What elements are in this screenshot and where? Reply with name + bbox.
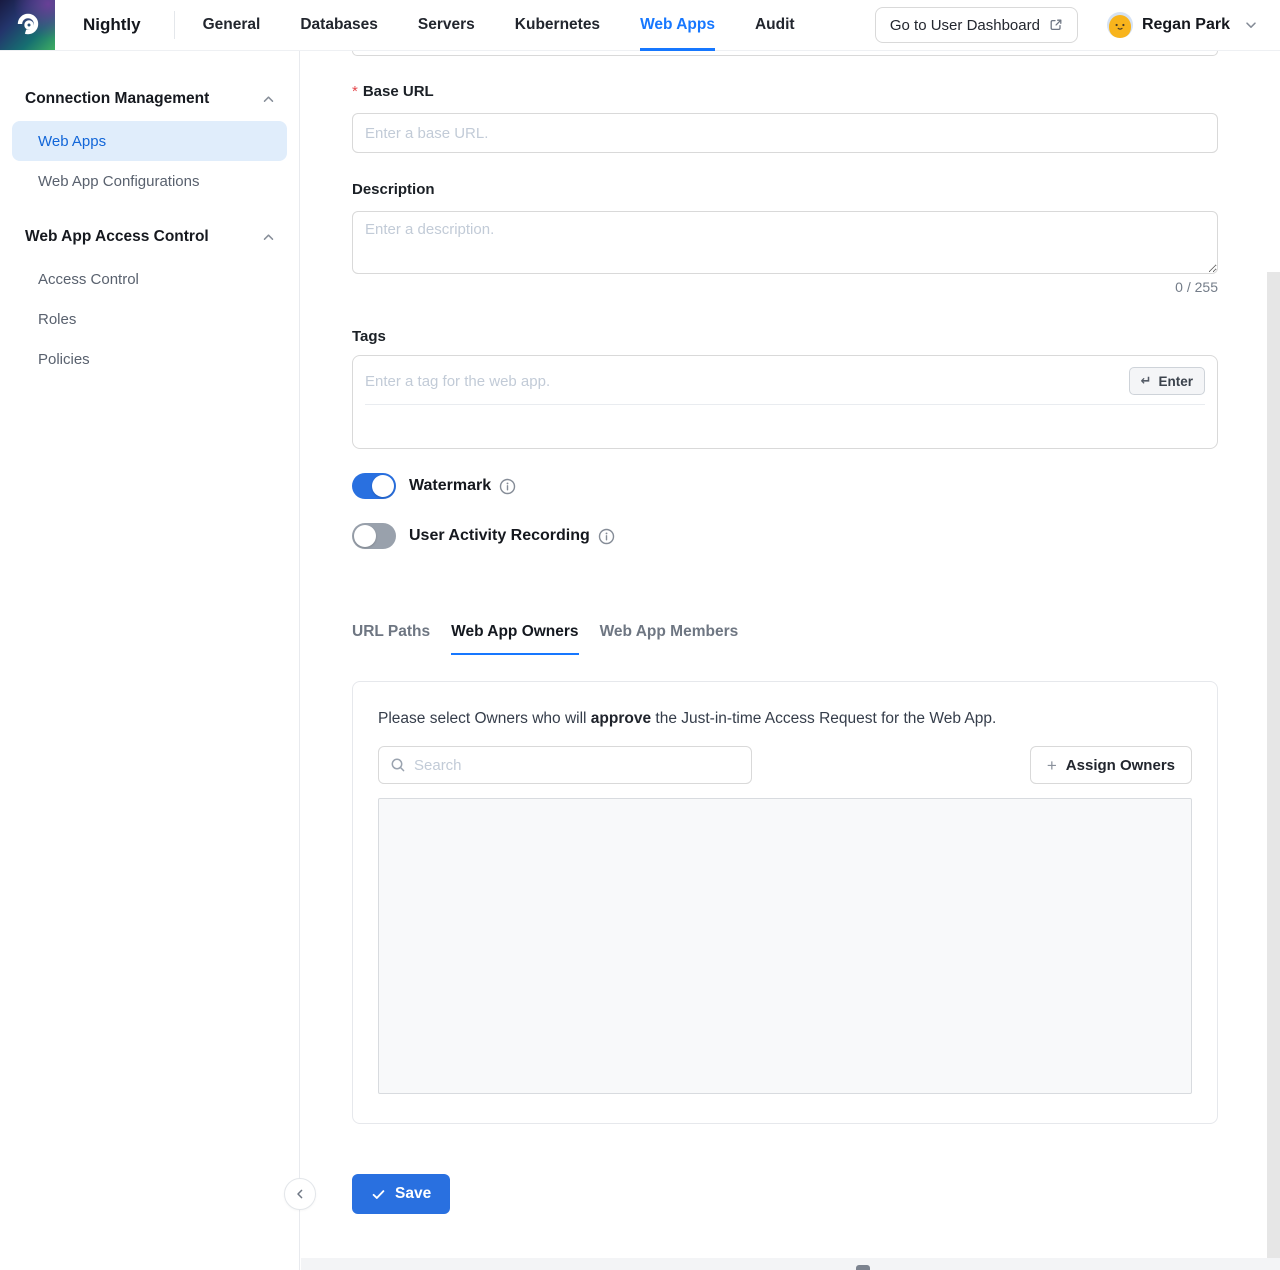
- sidebar-section-connection-management[interactable]: Connection Management: [25, 90, 276, 108]
- enter-key-label: Enter: [1158, 374, 1193, 389]
- sidebar-item-access-control[interactable]: Access Control: [12, 259, 287, 299]
- avatar-features: [1107, 12, 1133, 38]
- enter-key-badge[interactable]: ↵ Enter: [1129, 367, 1205, 395]
- watermark-label: Watermark: [409, 477, 491, 495]
- brand-name: Nightly: [83, 15, 141, 35]
- sidebar-item-policies[interactable]: Policies: [12, 339, 287, 379]
- plus-icon: +: [1047, 757, 1057, 774]
- assign-owners-button[interactable]: + Assign Owners: [1030, 746, 1192, 784]
- user-avatar[interactable]: [1107, 12, 1133, 38]
- owners-search-input[interactable]: [414, 757, 740, 774]
- save-label: Save: [395, 1185, 431, 1203]
- dashboard-button-label: Go to User Dashboard: [890, 17, 1040, 34]
- sidebar-items-group-2: Access Control Roles Policies: [0, 259, 299, 379]
- primary-nav: General Databases Servers Kubernetes Web…: [203, 0, 795, 51]
- description-label: Description: [352, 181, 1218, 198]
- nav-item-general[interactable]: General: [203, 0, 261, 51]
- page-footer: [301, 1258, 1280, 1270]
- scrolled-out-input[interactable]: [352, 51, 1218, 56]
- user-activity-recording-label: User Activity Recording: [409, 527, 590, 545]
- owners-search-box[interactable]: [378, 746, 752, 784]
- approve-emphasis: approve: [591, 710, 651, 727]
- tags-label: Tags: [352, 328, 1218, 345]
- user-activity-recording-toggle-row: User Activity Recording: [352, 523, 1218, 549]
- footer-logo: [856, 1265, 870, 1270]
- header-divider: [174, 11, 175, 39]
- sidebar: Connection Management Web Apps Web App C…: [0, 51, 300, 1270]
- base-url-label: *Base URL: [352, 83, 1218, 100]
- header-right: Go to User Dashboard Regan Park: [875, 7, 1280, 43]
- description-textarea[interactable]: [352, 211, 1218, 274]
- chevron-up-icon[interactable]: [261, 230, 276, 245]
- sidebar-section-title: Web App Access Control: [25, 228, 209, 246]
- char-counter: 0 / 255: [352, 279, 1218, 295]
- sidebar-items-group-1: Web Apps Web App Configurations: [0, 121, 299, 201]
- tab-web-app-members[interactable]: Web App Members: [600, 623, 739, 655]
- toggle-knob: [372, 475, 394, 497]
- watermark-toggle[interactable]: [352, 473, 396, 499]
- required-asterisk: *: [352, 83, 358, 100]
- sidebar-item-roles[interactable]: Roles: [12, 299, 287, 339]
- save-button[interactable]: Save: [352, 1174, 450, 1214]
- nav-item-databases[interactable]: Databases: [300, 0, 378, 51]
- owners-instruction: Please select Owners who will approve th…: [378, 709, 1192, 728]
- nav-item-web-apps[interactable]: Web Apps: [640, 0, 715, 51]
- chevron-down-icon[interactable]: [1244, 18, 1258, 32]
- base-url-input[interactable]: [352, 113, 1218, 153]
- user-activity-recording-toggle[interactable]: [352, 523, 396, 549]
- nav-item-audit[interactable]: Audit: [755, 0, 795, 51]
- go-to-user-dashboard-button[interactable]: Go to User Dashboard: [875, 7, 1078, 43]
- app-logo[interactable]: [0, 0, 55, 50]
- assign-owners-label: Assign Owners: [1066, 757, 1175, 774]
- main-content: *Base URL Description 0 / 255 Tags ↵ Ent…: [352, 51, 1218, 1214]
- sidebar-collapse-button[interactable]: [284, 1178, 316, 1210]
- sidebar-section-web-app-access-control[interactable]: Web App Access Control: [25, 228, 276, 246]
- search-icon: [390, 757, 406, 773]
- sidebar-item-web-apps[interactable]: Web Apps: [12, 121, 287, 161]
- toggle-knob: [354, 525, 376, 547]
- sidebar-gap: [0, 201, 299, 228]
- watermark-toggle-row: Watermark: [352, 473, 1218, 499]
- vertical-scrollbar[interactable]: [1267, 272, 1280, 1258]
- info-icon[interactable]: [598, 528, 615, 545]
- tab-url-paths[interactable]: URL Paths: [352, 623, 430, 655]
- tab-web-app-owners[interactable]: Web App Owners: [451, 623, 578, 655]
- external-link-icon: [1049, 18, 1063, 32]
- tags-input-row: ↵ Enter: [365, 367, 1205, 405]
- web-app-owners-panel: Please select Owners who will approve th…: [352, 681, 1218, 1124]
- nav-item-servers[interactable]: Servers: [418, 0, 475, 51]
- owners-controls: + Assign Owners: [378, 746, 1192, 784]
- nav-item-kubernetes[interactable]: Kubernetes: [515, 0, 600, 51]
- querypie-logo-icon: [15, 12, 41, 38]
- info-icon[interactable]: [499, 478, 516, 495]
- owners-empty-list[interactable]: [378, 798, 1192, 1094]
- check-icon: [371, 1187, 386, 1202]
- user-name[interactable]: Regan Park: [1142, 16, 1230, 34]
- enter-key-icon: ↵: [1141, 373, 1152, 389]
- top-navbar: Nightly General Databases Servers Kubern…: [0, 0, 1280, 51]
- tags-input[interactable]: [365, 373, 1129, 390]
- chevron-left-icon: [293, 1187, 307, 1201]
- chevron-up-icon[interactable]: [261, 92, 276, 107]
- detail-tabs: URL Paths Web App Owners Web App Members: [352, 623, 1218, 655]
- sidebar-section-title: Connection Management: [25, 90, 209, 108]
- tags-box: ↵ Enter: [352, 355, 1218, 449]
- sidebar-item-web-app-configurations[interactable]: Web App Configurations: [12, 161, 287, 201]
